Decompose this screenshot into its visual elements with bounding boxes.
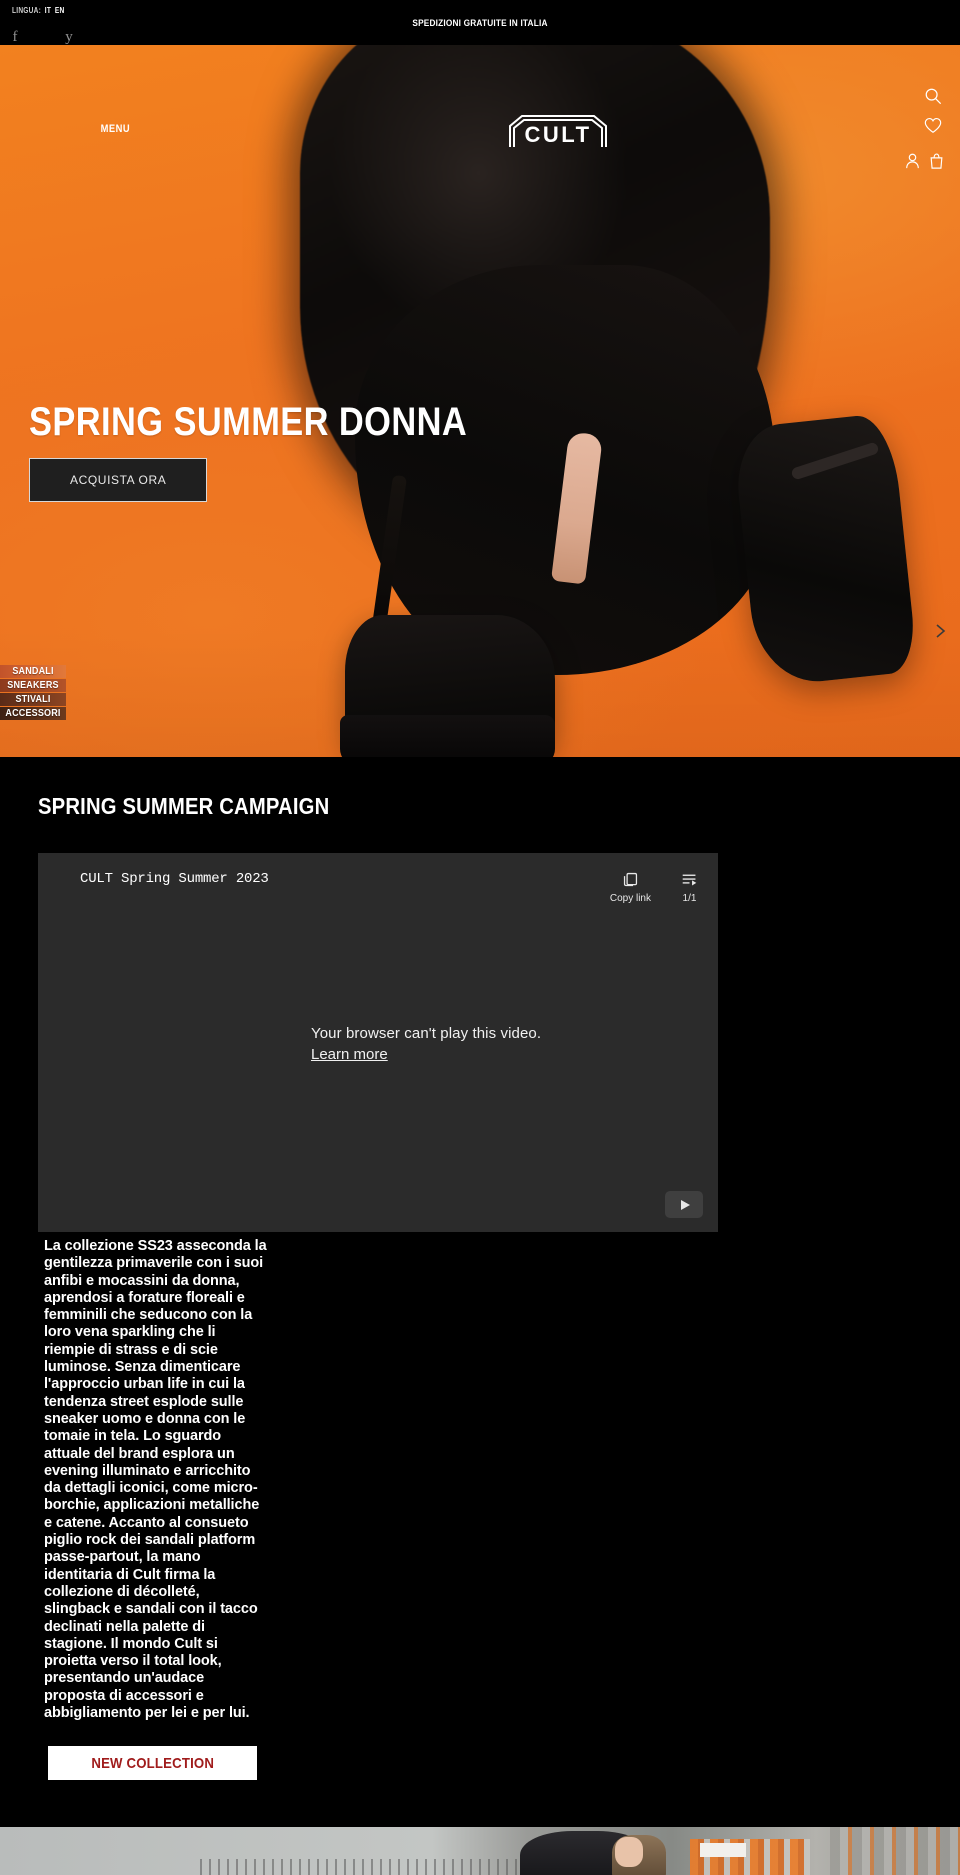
- copy-icon: [623, 872, 638, 887]
- video-error-learn-more-link[interactable]: Learn more: [311, 1046, 388, 1063]
- thumb-stivali-label: STIVALI: [15, 694, 51, 705]
- thumb-sneakers[interactable]: SNEAKERS: [0, 679, 66, 692]
- thumb-sandali-label: SANDALI: [12, 666, 54, 677]
- language-option-it[interactable]: IT: [45, 6, 51, 15]
- playlist-icon: [682, 874, 697, 886]
- site-header: MENU CULT: [0, 45, 960, 169]
- social-links: f y: [8, 30, 76, 45]
- copy-link-button[interactable]: Copy link: [610, 871, 651, 904]
- play-triangle-icon: [680, 1199, 690, 1210]
- heart-icon[interactable]: [924, 117, 942, 135]
- chevron-right-icon[interactable]: [932, 623, 948, 639]
- bottom-strip-rail: [200, 1859, 530, 1875]
- menu-button[interactable]: MENU: [101, 123, 131, 135]
- hero-category-thumbnails: SANDALI SNEAKERS STIVALI ACCESSORI: [0, 665, 66, 721]
- hero-title: SPRING SUMMER DONNA: [29, 400, 468, 444]
- bottom-image-strip: [0, 1827, 960, 1875]
- campaign-section-title: SPRING SUMMER CAMPAIGN: [38, 793, 330, 819]
- video-player-topbar: CULT Spring Summer 2023 Copy link 1/1: [38, 853, 718, 915]
- bottom-strip-shelf: [700, 1843, 746, 1857]
- playlist-counter: 1/1: [682, 893, 697, 904]
- shipping-banner: SPEDIZIONI GRATUITE IN ITALIA: [412, 18, 548, 28]
- cult-logo[interactable]: CULT: [507, 111, 609, 149]
- hero-caption: SPRING SUMMER DONNA ACQUISTA ORA: [29, 400, 539, 502]
- video-title[interactable]: CULT Spring Summer 2023: [80, 871, 269, 887]
- top-utility-bar: LINGUA: IT EN SPEDIZIONI GRATUITE IN ITA…: [0, 0, 960, 45]
- bottom-strip-model-face: [615, 1837, 643, 1867]
- video-error-message: Your browser can't play this video. Lear…: [311, 1025, 541, 1064]
- hero-gradient-overlay: [0, 627, 960, 757]
- user-icon[interactable]: [905, 153, 920, 169]
- hero-cta-button[interactable]: ACQUISTA ORA: [29, 458, 208, 502]
- svg-text:CULT: CULT: [524, 122, 591, 147]
- thumb-stivali[interactable]: STIVALI: [0, 693, 66, 706]
- thumb-sandali[interactable]: SANDALI: [0, 665, 66, 678]
- language-label: LINGUA:: [12, 6, 42, 15]
- new-collection-label: NEW COLLECTION: [91, 1754, 214, 1772]
- play-button[interactable]: [665, 1191, 703, 1218]
- video-player[interactable]: CULT Spring Summer 2023 Copy link 1/1 Yo…: [38, 853, 718, 1232]
- playlist-button[interactable]: 1/1: [681, 871, 698, 904]
- campaign-description: La collezione SS23 asseconda la gentilez…: [44, 1238, 267, 1722]
- bottom-strip-right-shelving: [830, 1827, 960, 1875]
- thumb-sneakers-label: SNEAKERS: [7, 680, 59, 691]
- campaign-section: SPRING SUMMER CAMPAIGN CULT Spring Summe…: [0, 757, 960, 1781]
- hero-banner: MENU CULT SPRING SUMMER DONNA ACQUISTA O…: [0, 45, 960, 757]
- language-selector: LINGUA: IT EN: [12, 6, 66, 15]
- twitter-icon[interactable]: y: [62, 30, 76, 45]
- thumb-accessori[interactable]: ACCESSORI: [0, 707, 66, 720]
- thumb-accessori-label: ACCESSORI: [5, 708, 61, 719]
- search-icon[interactable]: [924, 87, 942, 105]
- facebook-icon[interactable]: f: [8, 30, 22, 45]
- video-error-text: Your browser can't play this video.: [311, 1025, 542, 1042]
- new-collection-button[interactable]: NEW COLLECTION: [48, 1746, 257, 1781]
- copy-link-label: Copy link: [609, 893, 651, 904]
- video-player-actions: Copy link 1/1: [610, 871, 698, 904]
- bag-icon[interactable]: [929, 153, 944, 169]
- language-option-en[interactable]: EN: [55, 6, 65, 15]
